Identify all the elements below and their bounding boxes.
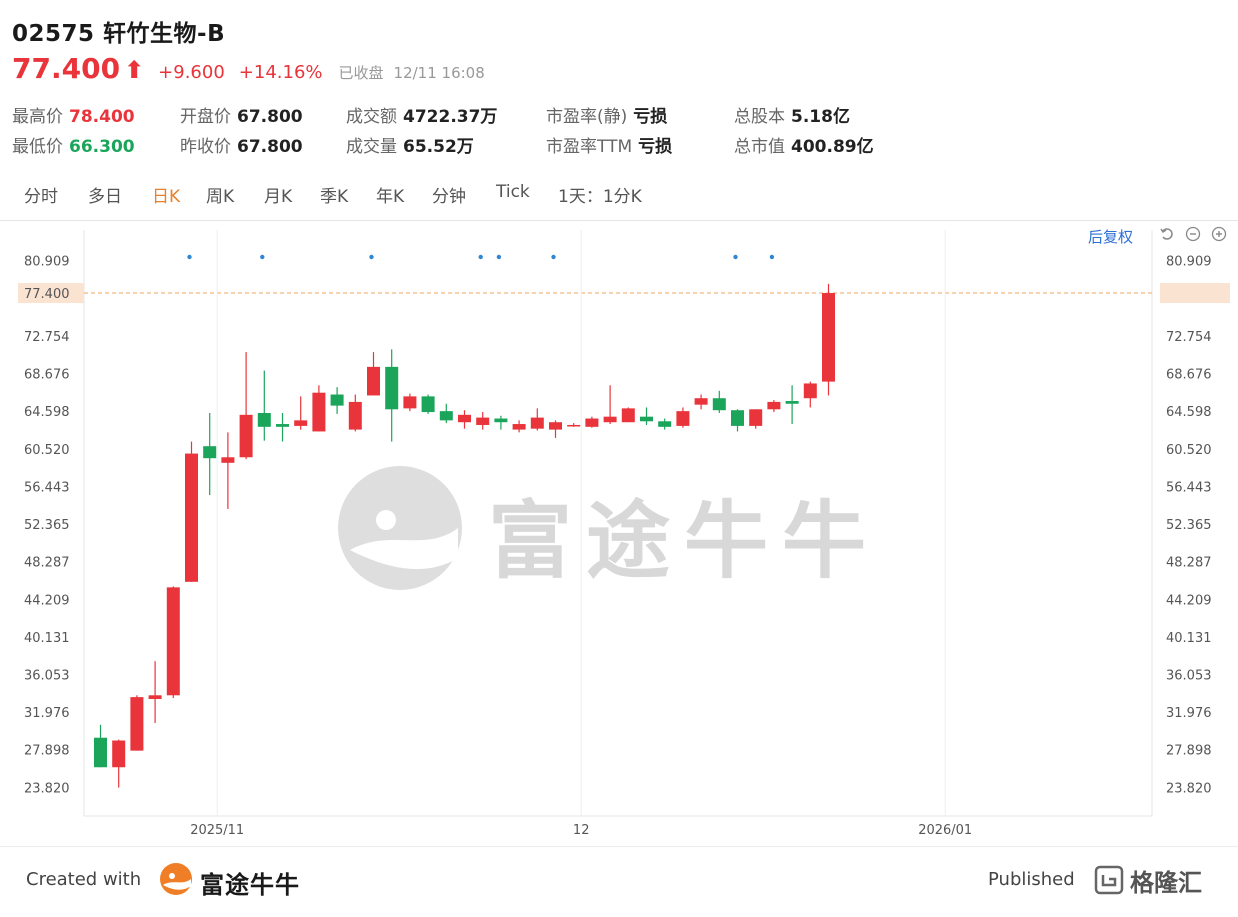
event-dot: [478, 254, 483, 260]
candle-body: [203, 446, 217, 459]
x-tick-label: 2025/11: [190, 823, 244, 838]
candle-body: [367, 366, 380, 396]
candle-body: [621, 408, 635, 423]
y-tick-label-left: 72.754: [24, 330, 70, 345]
candle-body: [185, 453, 198, 582]
y-tick-label-right: 27.898: [1166, 744, 1212, 759]
candle-body: [312, 392, 326, 432]
y-tick-label-left: 68.676: [24, 368, 70, 383]
y-tick-label-right: 36.053: [1166, 669, 1212, 684]
y-tick-label-right: 52.365: [1166, 518, 1212, 533]
y-tick-label-right: 60.520: [1166, 443, 1212, 458]
y-tick-label-left: 23.820: [24, 781, 70, 796]
footer: Created with 富途牛牛 Published 格隆汇: [0, 846, 1238, 917]
candle-body: [257, 412, 271, 427]
candle-body: [712, 398, 726, 411]
candle-body: [694, 398, 708, 405]
candle-body: [512, 424, 526, 430]
event-dot: [260, 254, 265, 260]
candle-body: [494, 418, 508, 423]
y-tick-label-right: 64.598: [1166, 405, 1212, 420]
candle-body: [658, 421, 672, 427]
candle-body: [330, 394, 344, 406]
event-dot: [187, 254, 192, 260]
event-dot: [769, 254, 775, 260]
candle-body: [822, 293, 835, 382]
y-tick-label-right: 80.909: [1166, 255, 1212, 270]
created-with-text: Created with: [26, 869, 142, 890]
candle-body: [385, 366, 399, 410]
candle-body: [731, 410, 744, 426]
gelonghui-logo-icon: [1094, 865, 1124, 895]
candle-body: [294, 420, 308, 426]
y-tick-label-right: 56.443: [1166, 480, 1212, 495]
y-tick-label-left: 77.400: [24, 287, 70, 302]
y-tick-label-right: 31.976: [1166, 706, 1212, 721]
candle-body: [112, 740, 126, 768]
candle-body: [749, 409, 763, 426]
y-tick-label-right: 48.287: [1166, 556, 1212, 571]
published-text: Published: [988, 869, 1075, 890]
y-tick-label-right: 72.754: [1166, 330, 1212, 345]
last-price-tag-right: [1160, 283, 1230, 304]
candle-body: [348, 401, 362, 430]
candle-body: [421, 396, 435, 413]
candle-body: [166, 587, 180, 696]
x-tick-label: 2026/01: [918, 823, 972, 838]
y-tick-label-left: 52.365: [24, 518, 70, 533]
candle-body: [439, 411, 453, 421]
candle-body: [676, 411, 690, 426]
candlestick-chart: 80.90980.90977.40077.40072.75472.75468.6…: [18, 230, 1230, 838]
candle-body: [585, 418, 599, 427]
y-tick-label-left: 36.053: [24, 669, 70, 684]
event-dot: [733, 254, 738, 260]
candle-body: [458, 414, 471, 423]
y-tick-label-left: 44.209: [24, 593, 70, 608]
y-tick-label-left: 27.898: [24, 744, 70, 759]
y-tick-label-left: 80.909: [24, 255, 70, 270]
candle-body: [148, 695, 162, 699]
candle-body: [130, 697, 144, 751]
publisher-name: 格隆汇: [1130, 869, 1202, 897]
candle-body: [239, 414, 253, 458]
x-tick-label: 12: [573, 823, 590, 838]
candle-body: [403, 396, 417, 409]
event-dot: [369, 254, 374, 260]
y-tick-label-left: 60.520: [24, 443, 70, 458]
y-tick-label-right: 23.820: [1166, 781, 1212, 796]
futu-logo-icon: [160, 863, 192, 895]
y-tick-label-left: 48.287: [24, 556, 70, 571]
y-tick-label-right: 40.131: [1166, 631, 1212, 646]
candle-body: [785, 400, 799, 404]
candle-body: [530, 417, 544, 429]
candle-body: [767, 401, 781, 410]
y-tick-label-left: 64.598: [24, 405, 70, 420]
candle-body: [603, 416, 617, 423]
candle-body: [567, 424, 581, 427]
y-tick-label-left: 56.443: [24, 480, 70, 495]
candle-body: [276, 424, 289, 427]
candle-body: [476, 417, 490, 425]
candle-body: [94, 737, 107, 768]
candle-body: [803, 383, 817, 399]
brand-name: 富途牛牛: [200, 871, 300, 899]
y-tick-label-right: 68.676: [1166, 368, 1212, 383]
event-dot: [551, 254, 556, 260]
y-tick-label-right: 44.209: [1166, 593, 1212, 608]
candle-body: [640, 416, 653, 422]
y-tick-label-left: 31.976: [24, 706, 70, 721]
candle-body: [549, 422, 562, 430]
y-tick-label-left: 40.131: [24, 631, 70, 646]
event-dot: [496, 254, 502, 260]
candle-body: [221, 457, 235, 463]
